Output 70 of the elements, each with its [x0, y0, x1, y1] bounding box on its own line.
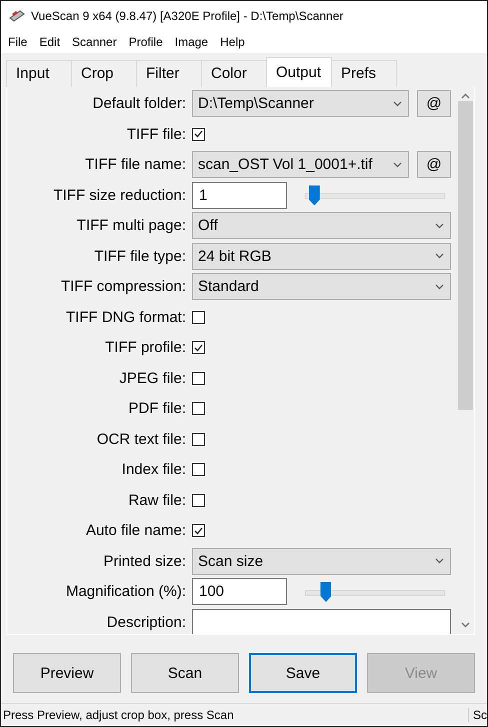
input-field[interactable] [192, 608, 451, 634]
setting-label: TIFF profile: [104, 339, 186, 356]
window-title: VueScan 9 x64 (9.8.47) [A320E Profile] - D:\Temp\Scanner [31, 8, 344, 23]
scanner-icon [9, 8, 25, 23]
action-button[interactable]: Preview [13, 653, 121, 694]
chevron-down-icon [435, 222, 444, 229]
setting-label: Default folder: [92, 95, 186, 112]
menu-item[interactable]: Profile [128, 34, 163, 49]
insert-button[interactable]: @ [417, 90, 451, 118]
dropdown[interactable]: 24 bit RGB [192, 242, 451, 270]
status-text: Press Preview, adjust crop box, press Scan [2, 708, 235, 722]
setting-label: Raw file: [127, 492, 186, 509]
setting-label: TIFF size reduction: [52, 186, 186, 204]
chevron-up-icon [461, 92, 470, 99]
tab[interactable]: Input [6, 60, 72, 87]
action-button[interactable]: Scan [131, 653, 239, 694]
slider-track[interactable] [305, 185, 445, 206]
menu-item[interactable]: Edit [39, 34, 60, 49]
checkmark-icon [194, 130, 203, 138]
dropdown[interactable]: Standard [192, 273, 451, 300]
setting-label: Auto file name: [84, 522, 186, 540]
checkmark-icon [194, 526, 203, 535]
menu-item[interactable]: File [8, 34, 28, 49]
checkbox[interactable] [192, 372, 205, 385]
tab[interactable]: Output [266, 56, 332, 87]
checkbox[interactable] [192, 310, 205, 324]
setting-label: JPEG file: [118, 370, 186, 387]
chevron-down-icon [435, 284, 444, 290]
setting-label: TIFF multi page: [76, 217, 186, 234]
slider-track[interactable] [305, 582, 445, 602]
dropdown[interactable]: D:\Temp\Scanner [192, 90, 409, 118]
menu-item[interactable]: Image [174, 34, 208, 49]
checkbox[interactable] [192, 341, 205, 354]
setting-label: TIFF file: [126, 126, 186, 143]
checkbox[interactable] [192, 463, 205, 476]
setting-label: Printed size: [102, 552, 186, 570]
slider-thumb[interactable] [308, 185, 320, 206]
setting-label: Index file: [120, 461, 186, 478]
tab[interactable]: Prefs [331, 60, 397, 87]
setting-label: OCR text file: [96, 430, 186, 448]
chevron-down-icon [435, 558, 444, 564]
status-text: Sc [468, 708, 487, 722]
action-button[interactable]: Save [249, 653, 357, 694]
chevron-down-icon [393, 100, 402, 107]
checkbox[interactable] [192, 524, 205, 538]
dropdown[interactable]: Scan size [192, 548, 451, 575]
chevron-down-icon [461, 622, 470, 628]
checkbox[interactable] [192, 402, 205, 416]
checkmark-icon [194, 344, 203, 352]
checkbox[interactable] [192, 432, 205, 446]
dropdown[interactable]: Off [192, 212, 451, 240]
insert-button[interactable]: @ [417, 151, 451, 178]
chevron-down-icon [393, 162, 402, 168]
input-field[interactable]: 1 [192, 182, 287, 209]
input-field[interactable]: 100 [192, 578, 287, 606]
setting-label: TIFF DNG format: [65, 308, 186, 326]
setting-label: TIFF compression: [60, 278, 186, 296]
menu-item[interactable]: Scanner [72, 34, 117, 49]
scrollbar-thumb[interactable] [458, 100, 473, 410]
menu-item[interactable]: Help [220, 34, 245, 49]
setting-label: TIFF file name: [84, 156, 186, 174]
setting-label: Description: [106, 614, 186, 631]
setting-label: Magnification (%): [64, 583, 186, 600]
checkbox[interactable] [192, 494, 205, 507]
dropdown[interactable]: scan_OST Vol 1_0001+.tif [192, 151, 409, 178]
checkbox[interactable] [192, 128, 205, 141]
setting-label: TIFF file type: [93, 248, 186, 265]
setting-label: PDF file: [127, 400, 186, 418]
chevron-down-icon [435, 253, 444, 260]
slider-thumb[interactable] [320, 582, 332, 602]
